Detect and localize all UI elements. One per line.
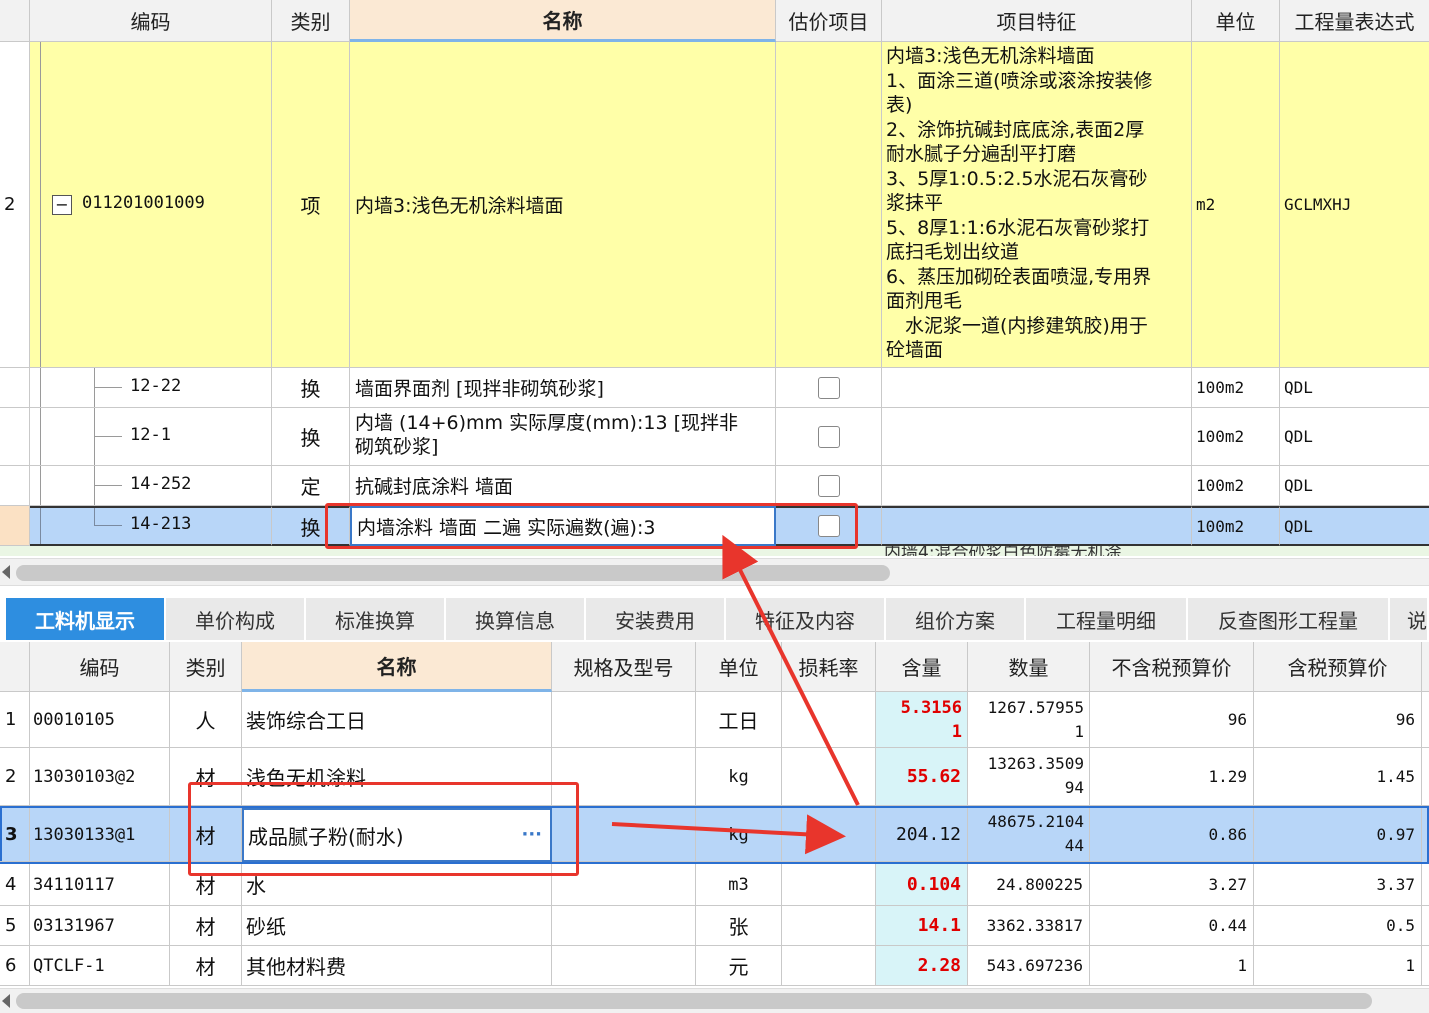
arrow-right-icon — [611, 814, 846, 855]
annotation-arrows — [611, 534, 860, 855]
arrow-up-icon — [722, 534, 860, 806]
